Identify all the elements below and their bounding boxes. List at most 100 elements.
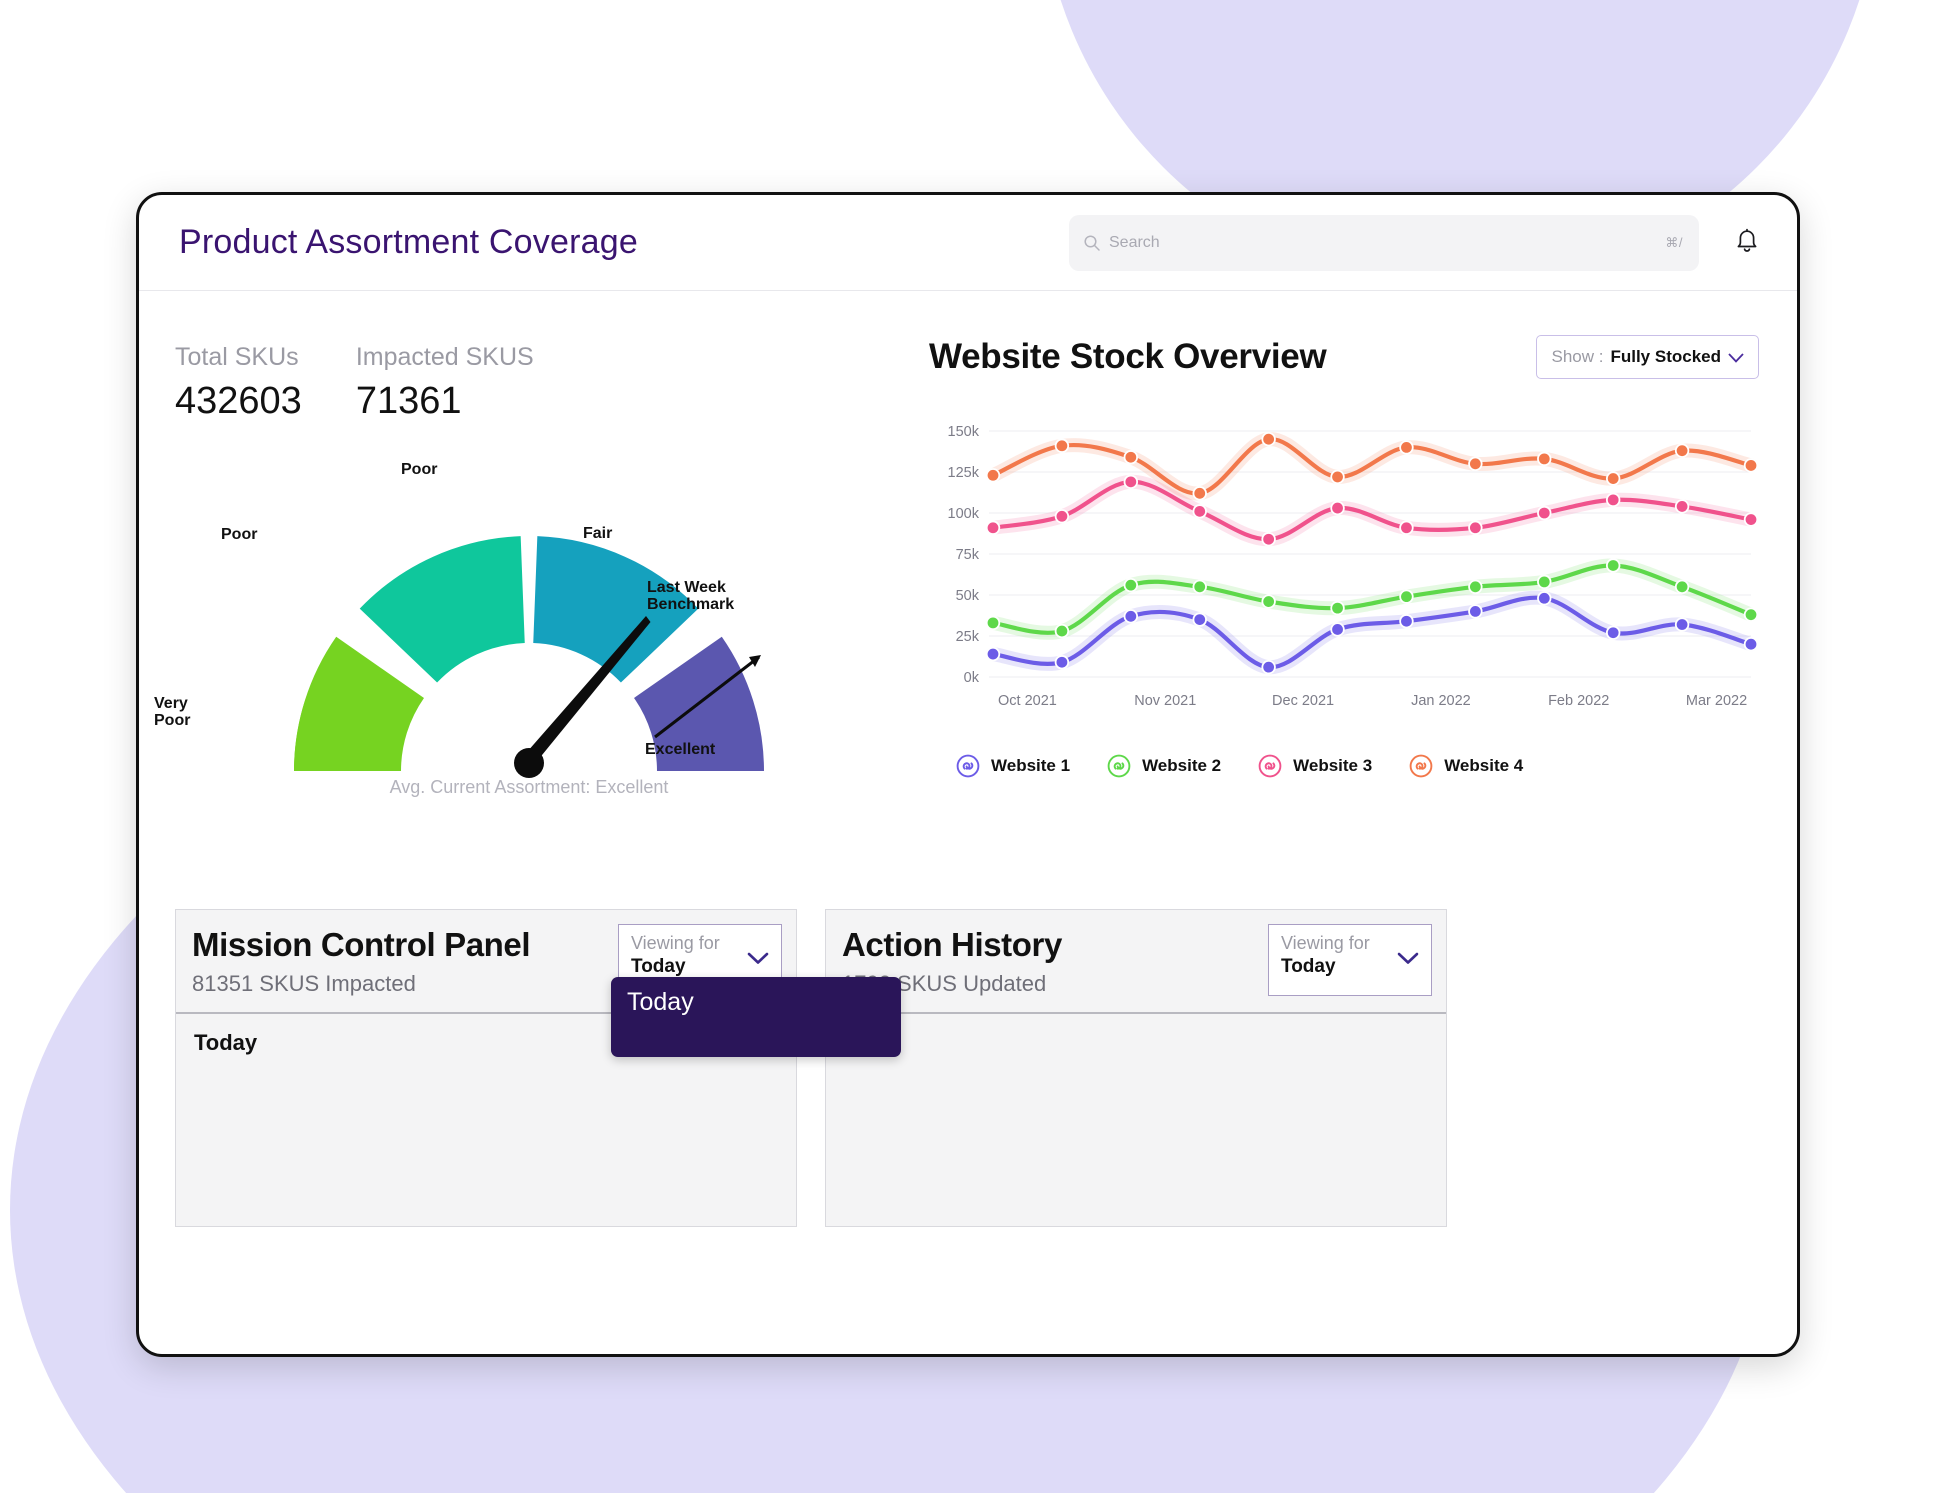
data-point [1263, 661, 1275, 673]
data-point [1194, 487, 1206, 499]
page-root: Product Assortment Coverage ⌘/ [0, 0, 1936, 1493]
kpi-value: 432603 [175, 380, 302, 422]
kpi-label: Total SKUs [175, 343, 299, 371]
data-point [1194, 505, 1206, 517]
series-3 [985, 474, 1759, 547]
chart-legend: Website 1 Website 2 Website 3 Website 4 [955, 753, 1759, 779]
data-point [1194, 614, 1206, 625]
data-point [987, 469, 999, 481]
data-point [1676, 619, 1688, 630]
data-point [1125, 610, 1137, 622]
data-point [1745, 460, 1757, 471]
data-point [1469, 458, 1481, 470]
data-point [1676, 501, 1688, 512]
kpi-group: Total SKUs 432603 Impacted SKUS 71361 [175, 343, 534, 423]
legend-label: Website 2 [1142, 756, 1222, 775]
chevron-down-icon [747, 947, 769, 969]
app-header: Product Assortment Coverage ⌘/ [139, 195, 1797, 291]
chevron-down-icon [1397, 947, 1419, 969]
kpi-value: 71361 [355, 380, 462, 422]
gauge-arc-poor-cyan [531, 536, 699, 684]
data-point [1125, 579, 1137, 591]
kpi-label: Impacted SKUS [355, 343, 534, 371]
data-point [1056, 440, 1068, 452]
dropdown-item-today[interactable]: Today [611, 977, 694, 1017]
data-point [1194, 581, 1206, 593]
gauge-label-fair: Fair [583, 525, 613, 542]
data-point [1056, 510, 1068, 522]
gauge-arc-poor-teal [359, 536, 527, 684]
viewing-for-dropdown-action[interactable]: Viewing for Today [1268, 924, 1432, 996]
legend-item-website-3[interactable]: Website 3 [1257, 753, 1372, 779]
data-point [1332, 502, 1343, 514]
y-axis-tick-label: 125k [948, 465, 980, 481]
gauge-label-poor-top: Poor [401, 461, 438, 478]
data-point [1263, 596, 1275, 607]
data-point [1401, 615, 1412, 627]
search-shortcut-hint: ⌘/ [1665, 235, 1683, 250]
kpi-impacted-skus: Impacted SKUS 71361 [356, 343, 534, 423]
x-axis-tick-label: Dec 2021 [1272, 693, 1334, 709]
stock-line-chart: 0k 25k 50k 75k 100k 125k 150k Oct 2021 Nov 2021 D… [929, 419, 1759, 719]
show-filter-dropdown[interactable]: Show : Fully Stocked [1536, 335, 1759, 379]
kpi-total-skus: Total SKUs 432603 [175, 343, 302, 423]
data-point [1263, 433, 1275, 445]
data-point [1332, 624, 1343, 635]
data-point [987, 522, 999, 534]
search-bar[interactable]: ⌘/ [1069, 215, 1699, 271]
show-filter-label: Show : [1551, 347, 1604, 366]
legend-item-website-2[interactable]: Website 2 [1106, 753, 1221, 779]
x-axis-tick-label: Jan 2022 [1411, 693, 1471, 709]
legend-item-website-4[interactable]: Website 4 [1408, 753, 1523, 779]
data-point [1745, 638, 1757, 650]
viewing-for-open-dropdown[interactable]: Today [611, 977, 901, 1057]
x-axis-tick-label: Oct 2021 [998, 693, 1057, 709]
bell-icon [1734, 228, 1760, 259]
data-point [1056, 625, 1068, 637]
data-point [1676, 445, 1688, 457]
chart-header: Website Stock Overview Show : Fully Stoc… [929, 335, 1759, 379]
y-axis-tick-label: 50k [956, 588, 980, 604]
legend-label: Website 1 [991, 756, 1071, 775]
card-header: Action History 1792 SKUS Updated Viewing… [826, 910, 1446, 1014]
swirl-icon [1106, 753, 1132, 779]
legend-label: Website 4 [1444, 756, 1524, 775]
y-axis-tick-label: 75k [956, 547, 980, 563]
benchmark-line-2: Benchmark [647, 596, 735, 614]
y-axis-tick-label: 150k [948, 424, 980, 440]
gauge-arc-very-poor-2 [294, 636, 425, 773]
x-axis-tick-label: Mar 2022 [1686, 693, 1747, 709]
gauge-benchmark-label: Last Week Benchmark [647, 579, 747, 614]
data-point [1125, 451, 1137, 463]
data-point [1745, 609, 1757, 621]
line-chart-svg: 0k 25k 50k 75k 100k 125k 150k Oct 2021 Nov 2021 D… [948, 424, 1759, 709]
search-icon [1083, 234, 1101, 252]
search-input[interactable] [1109, 234, 1666, 252]
data-point [1469, 581, 1481, 593]
gauge-label-excellent: Excellent [645, 741, 716, 758]
mission-control-panel-card: Mission Control Panel 81351 SKUS Impacte… [175, 909, 797, 1227]
x-axis-tick-label: Feb 2022 [1548, 693, 1609, 709]
data-point [987, 617, 999, 629]
legend-item-website-1[interactable]: Website 1 [955, 753, 1070, 779]
data-point [1607, 560, 1619, 571]
data-point [1745, 514, 1757, 525]
data-point [1125, 476, 1137, 488]
legend-label: Website 3 [1293, 756, 1373, 775]
data-point [1401, 442, 1412, 453]
bottom-cards: Mission Control Panel 81351 SKUS Impacte… [175, 909, 1447, 1227]
data-point [1263, 533, 1275, 545]
notifications-button[interactable] [1727, 221, 1767, 265]
data-point [1676, 581, 1688, 593]
show-filter-value: Fully Stocked [1610, 347, 1721, 366]
gauge-label-poor-left: Poor [221, 526, 258, 543]
data-point [987, 648, 999, 660]
data-point [1332, 471, 1343, 483]
app-window: Product Assortment Coverage ⌘/ [136, 192, 1800, 1357]
data-point [1469, 522, 1481, 534]
data-point [1607, 494, 1619, 506]
data-point [1538, 576, 1550, 588]
chevron-down-icon [1728, 349, 1744, 366]
gauge-label-very-poor: Very Poor [154, 695, 191, 730]
gauge-caption: Avg. Current Assortment: Excellent [389, 777, 669, 797]
